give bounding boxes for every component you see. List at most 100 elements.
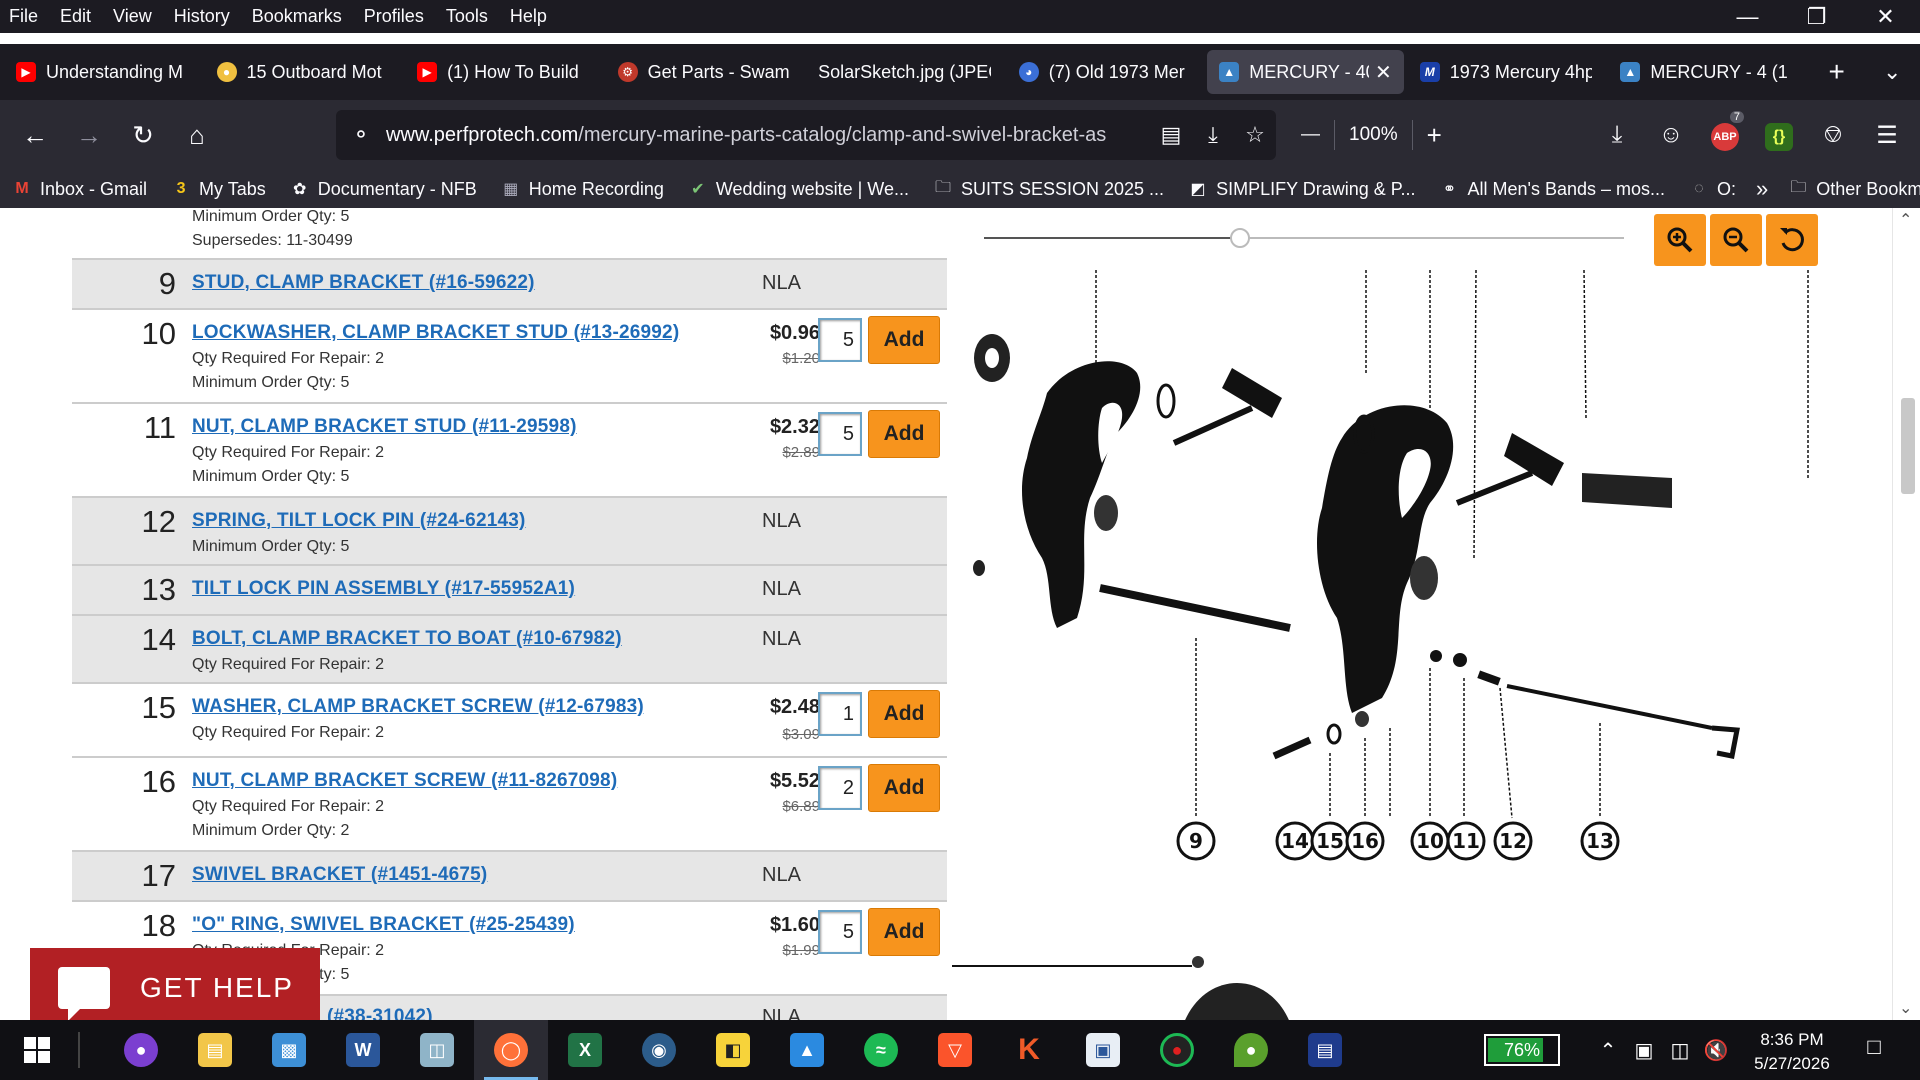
add-button[interactable]: Add	[868, 690, 940, 738]
start-button[interactable]	[0, 1020, 74, 1080]
taskbar-app[interactable]: ●	[1140, 1020, 1214, 1080]
downloads-icon[interactable]: ⤓	[1590, 121, 1644, 149]
taskbar-app[interactable]: ◉	[622, 1020, 696, 1080]
part-link[interactable]: "O" RING, SWIVEL BRACKET (#25-25439)	[192, 914, 575, 936]
taskbar-app[interactable]: ▲	[770, 1020, 844, 1080]
part-link[interactable]: WASHER, CLAMP BRACKET SCREW (#12-67983)	[192, 696, 644, 718]
menu-profiles[interactable]: Profiles	[353, 6, 435, 27]
other-bookmarks[interactable]: 🗀 Other Bookmarks	[1776, 179, 1920, 200]
taskbar-app[interactable]: ▤	[178, 1020, 252, 1080]
part-link[interactable]: BOLT, CLAMP BRACKET TO BOAT (#10-67982)	[192, 628, 622, 650]
battery-indicator[interactable]: 76%	[1484, 1034, 1560, 1066]
tab-1973-mercury[interactable]: M 1973 Mercury 4hp	[1408, 50, 1605, 94]
save-page-icon[interactable]: ⤓	[1192, 122, 1234, 148]
tab-how-to-build[interactable]: ▶ (1) How To Build	[405, 50, 602, 94]
app-menu-icon[interactable]: ☰	[1860, 121, 1914, 150]
reader-view-icon[interactable]: ▤	[1150, 122, 1192, 148]
tab-get-parts[interactable]: ⚙ Get Parts - Swam	[606, 50, 803, 94]
home-icon[interactable]: ⌂	[170, 113, 224, 157]
back-icon[interactable]: ←	[8, 113, 62, 157]
bookmark-o[interactable]: ◌ O:	[1677, 179, 1748, 200]
menu-view[interactable]: View	[102, 6, 163, 27]
taskbar-app[interactable]: ≈	[844, 1020, 918, 1080]
scroll-up-icon[interactable]: ⌃	[1899, 210, 1912, 230]
taskbar-app[interactable]: ◧	[696, 1020, 770, 1080]
zoom-in-button[interactable]	[1654, 214, 1706, 266]
quantity-input[interactable]: 5	[818, 318, 862, 362]
volume-muted-icon[interactable]: 🔇	[1698, 1038, 1734, 1063]
scrollbar-thumb[interactable]	[1901, 398, 1915, 494]
list-tabs-icon[interactable]: ⌄	[1864, 59, 1920, 85]
notifications-icon[interactable]: □	[1856, 1034, 1892, 1066]
show-hidden-icons-icon[interactable]: ⌃	[1590, 1038, 1626, 1063]
quantity-input[interactable]: 1	[818, 692, 862, 736]
quantity-input[interactable]: 2	[818, 766, 862, 810]
taskbar-app[interactable]: K	[992, 1020, 1066, 1080]
taskbar-app[interactable]: ▤	[1288, 1020, 1362, 1080]
extension-button[interactable]: {}	[1752, 120, 1806, 151]
quantity-input[interactable]: 5	[818, 412, 862, 456]
part-link[interactable]: SPRING, TILT LOCK PIN (#24-62143)	[192, 510, 526, 532]
bookmark-my-tabs[interactable]: 3 My Tabs	[159, 179, 278, 200]
tab-mercury-active[interactable]: ▲ MERCURY - 40 ✕	[1207, 50, 1404, 94]
part-link[interactable]: STUD, CLAMP BRACKET (#16-59622)	[192, 272, 535, 294]
security-icon[interactable]: ▣	[1626, 1038, 1662, 1063]
part-link[interactable]: NUT, CLAMP BRACKET STUD (#11-29598)	[192, 416, 577, 438]
network-icon[interactable]: ◫	[1662, 1038, 1698, 1063]
add-button[interactable]: Add	[868, 410, 940, 458]
clock[interactable]: 8:36 PM 5/27/2026	[1732, 1028, 1852, 1076]
scroll-down-icon[interactable]: ⌄	[1899, 998, 1912, 1018]
zoom-in-button[interactable]: +	[1413, 120, 1456, 151]
quantity-input[interactable]: 5	[818, 910, 862, 954]
taskbar-app[interactable]: ▣	[1066, 1020, 1140, 1080]
bookmark-suits-session[interactable]: 🗀 SUITS SESSION 2025 ...	[921, 179, 1176, 200]
taskbar-app[interactable]: X	[548, 1020, 622, 1080]
bookmark-home-recording[interactable]: ▦ Home Recording	[489, 179, 676, 200]
menu-edit[interactable]: Edit	[49, 6, 102, 27]
part-link[interactable]: (#38-31042)	[327, 1006, 433, 1020]
taskbar-app[interactable]: ▽	[918, 1020, 992, 1080]
shield-icon[interactable]: ⚬	[336, 122, 386, 148]
taskbar-app[interactable]: ▩	[252, 1020, 326, 1080]
bookmark-wedding[interactable]: ✔ Wedding website | We...	[676, 179, 921, 200]
tab-mercury-4[interactable]: ▲ MERCURY - 4 (1	[1608, 50, 1805, 94]
extensions-icon[interactable]: ⎊	[1806, 121, 1860, 149]
reset-zoom-button[interactable]	[1766, 214, 1818, 266]
taskbar-app-firefox[interactable]: ◯	[474, 1020, 548, 1080]
part-link[interactable]: NUT, CLAMP BRACKET SCREW (#11-8267098)	[192, 770, 617, 792]
new-tab-icon[interactable]: +	[1809, 56, 1865, 88]
reload-icon[interactable]: ↻	[116, 113, 170, 157]
add-button[interactable]: Add	[868, 316, 940, 364]
get-help-button[interactable]: GET HELP	[30, 948, 320, 1020]
zoom-level[interactable]: 100%	[1335, 124, 1412, 146]
address-bar[interactable]: ⚬ www.perfprotech.com/mercury-marine-par…	[336, 110, 1276, 160]
menu-help[interactable]: Help	[499, 6, 558, 27]
zoom-out-button[interactable]: —	[1287, 124, 1334, 146]
menu-file[interactable]: File	[0, 6, 49, 27]
menu-tools[interactable]: Tools	[435, 6, 499, 27]
tab-understanding[interactable]: ▶ Understanding M	[4, 50, 201, 94]
forward-icon[interactable]: →	[62, 113, 116, 157]
bookmark-simplify[interactable]: ◩ SIMPLIFY Drawing & P...	[1176, 179, 1427, 200]
bookmark-gmail[interactable]: M Inbox - Gmail	[0, 179, 159, 200]
close-window-icon[interactable]: ✕	[1851, 0, 1920, 33]
menu-history[interactable]: History	[163, 6, 241, 27]
taskbar-app[interactable]: ◫	[400, 1020, 474, 1080]
minimize-icon[interactable]: —	[1713, 0, 1782, 33]
part-link[interactable]: TILT LOCK PIN ASSEMBLY (#17-55952A1)	[192, 578, 575, 600]
part-link[interactable]: LOCKWASHER, CLAMP BRACKET STUD (#13-2699…	[192, 322, 679, 344]
close-tab-icon[interactable]: ✕	[1375, 60, 1392, 85]
bookmark-nfb[interactable]: ✿ Documentary - NFB	[278, 179, 489, 200]
parts-diagram[interactable]: 9 14 15 16 10 11 12 13	[952, 208, 1892, 1020]
tab-solarsketch[interactable]: SolarSketch.jpg (JPEG	[806, 50, 1003, 94]
bookmark-all-mens-bands[interactable]: ⚭ All Men's Bands – mos...	[1427, 179, 1677, 200]
taskbar-app[interactable]: ●	[1214, 1020, 1288, 1080]
menu-bookmarks[interactable]: Bookmarks	[241, 6, 353, 27]
taskbar-app[interactable]: W	[326, 1020, 400, 1080]
tab-old-1973[interactable]: ◕ (7) Old 1973 Mer	[1007, 50, 1204, 94]
account-icon[interactable]: ☺	[1644, 121, 1698, 149]
tab-outboard[interactable]: ● 15 Outboard Mot	[205, 50, 402, 94]
page-scrollbar[interactable]: ⌃ ⌄	[1892, 208, 1920, 1020]
add-button[interactable]: Add	[868, 764, 940, 812]
restore-icon[interactable]: ❐	[1782, 0, 1851, 33]
